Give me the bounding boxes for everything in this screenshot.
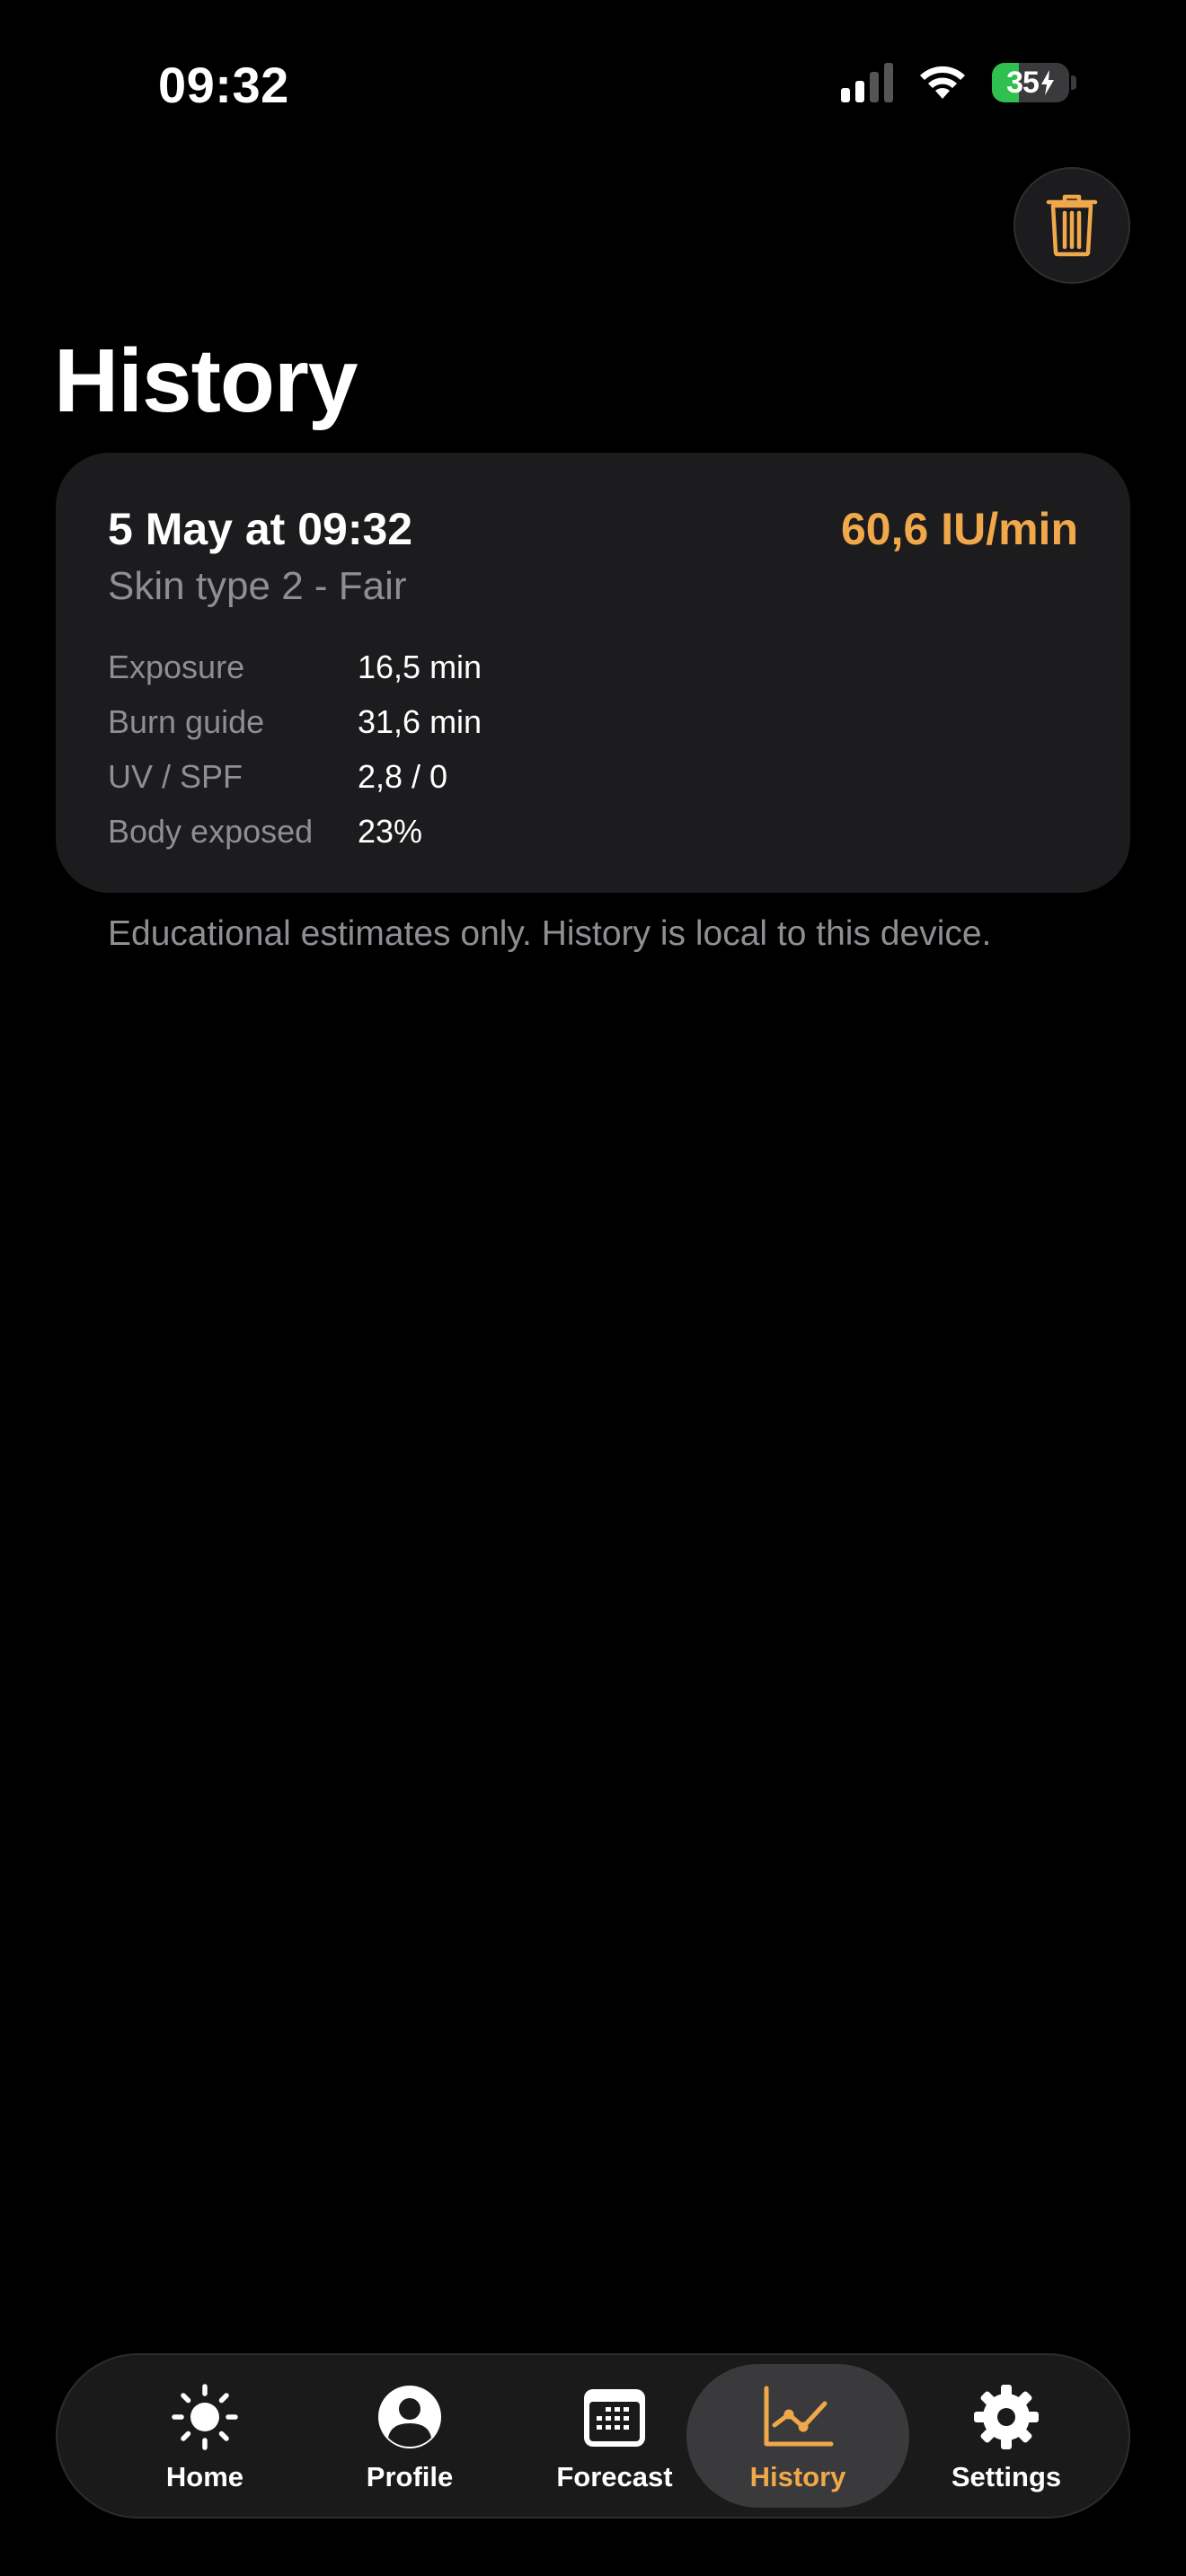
tab-label: Profile: [366, 2461, 454, 2492]
stat-value: 31,6 min: [358, 702, 482, 740]
stat-row-body-exposed: Body exposed 23%: [108, 804, 482, 859]
person-icon: [378, 2386, 441, 2448]
battery-icon: 35: [992, 63, 1069, 102]
stat-row-burn-guide: Burn guide 31,6 min: [108, 694, 482, 749]
battery-percent: 35: [1006, 65, 1040, 100]
stat-value: 23%: [358, 812, 423, 850]
cellular-signal-icon: [841, 63, 893, 102]
tab-label: Settings: [951, 2461, 1062, 2492]
stat-row-exposure: Exposure 16,5 min: [108, 640, 482, 694]
tab-label: Home: [165, 2461, 244, 2492]
tab-settings[interactable]: Settings: [895, 2364, 1118, 2508]
status-indicators: 35: [841, 63, 1076, 102]
entry-vitamin-d-rate: 60,6 IU/min: [841, 504, 1078, 554]
sun-icon: [172, 2384, 238, 2450]
stat-label: UV / SPF: [108, 757, 243, 795]
chart-line-icon: [764, 2386, 834, 2447]
status-time: 09:32: [158, 57, 289, 113]
stat-row-uv-spf: UV / SPF 2,8 / 0: [108, 749, 482, 804]
disclaimer-text: Educational estimates only. History is l…: [108, 914, 992, 953]
stat-value: 16,5 min: [358, 648, 482, 685]
trash-icon: [1046, 194, 1098, 257]
calendar-icon: [584, 2389, 645, 2447]
tab-label: History: [749, 2461, 846, 2492]
stat-label: Burn guide: [108, 702, 265, 740]
tab-profile[interactable]: Profile: [298, 2364, 521, 2508]
tab-label: Forecast: [556, 2461, 673, 2492]
tab-home[interactable]: Home: [93, 2364, 316, 2508]
clear-history-button[interactable]: [1013, 167, 1130, 284]
history-entry-card[interactable]: 5 May at 09:32 60,6 IU/min Skin type 2 -…: [56, 453, 1130, 893]
page-title: History: [54, 331, 358, 431]
stat-label: Exposure: [108, 648, 245, 685]
stat-label: Body exposed: [108, 812, 314, 850]
stat-value: 2,8 / 0: [358, 757, 448, 795]
entry-stats: Exposure 16,5 min Burn guide 31,6 min UV…: [108, 640, 482, 859]
gear-icon: [974, 2385, 1039, 2449]
entry-date: 5 May at 09:32: [108, 504, 413, 554]
entry-skin-type: Skin type 2 - Fair: [108, 564, 407, 608]
charging-bolt-icon: [1040, 70, 1054, 95]
wifi-icon: [920, 66, 965, 99]
tab-bar: Home Profile Forecast History Settings: [56, 2353, 1130, 2519]
tab-history[interactable]: History: [686, 2364, 909, 2508]
